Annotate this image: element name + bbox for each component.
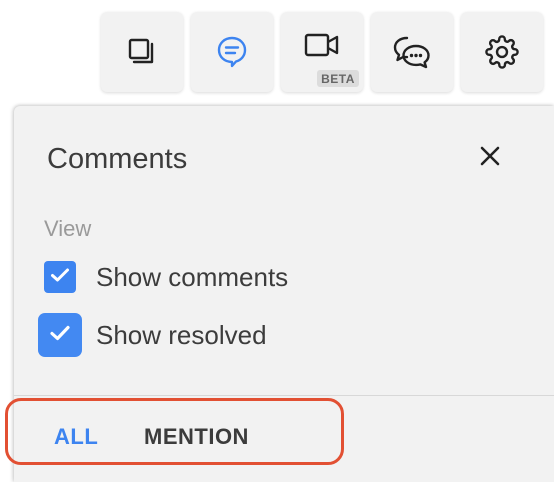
divider — [14, 395, 554, 396]
tab-mention[interactable]: MENTION — [144, 424, 249, 450]
close-icon — [480, 146, 500, 171]
show-comments-checkbox[interactable] — [44, 261, 76, 293]
chat-button[interactable] — [371, 12, 453, 92]
checkmark-icon — [50, 267, 70, 288]
tab-all[interactable]: ALL — [54, 424, 98, 450]
close-button[interactable] — [476, 144, 504, 172]
settings-button[interactable] — [461, 12, 543, 92]
app-stage: BETA Comments View Show comments Show re… — [0, 0, 554, 482]
comments-panel: Comments View Show comments Show resolve… — [14, 106, 554, 482]
show-resolved-label: Show resolved — [96, 320, 267, 350]
checkmark-icon — [49, 324, 71, 347]
show-resolved-checkbox[interactable] — [38, 313, 82, 357]
comments-button[interactable] — [191, 12, 273, 92]
comment-icon — [216, 35, 248, 69]
gear-icon — [485, 35, 519, 69]
chat-bubbles-icon — [392, 35, 432, 69]
panel-title: Comments — [47, 143, 188, 175]
show-comments-label: Show comments — [96, 262, 289, 292]
pages-icon — [127, 37, 157, 67]
view-label: View — [44, 216, 92, 241]
show-resolved-option[interactable]: Show resolved — [38, 313, 267, 357]
video-camera-icon — [304, 32, 340, 58]
show-comments-option[interactable]: Show comments — [44, 261, 288, 293]
beta-badge: BETA — [317, 70, 359, 87]
pages-button[interactable] — [101, 12, 183, 92]
